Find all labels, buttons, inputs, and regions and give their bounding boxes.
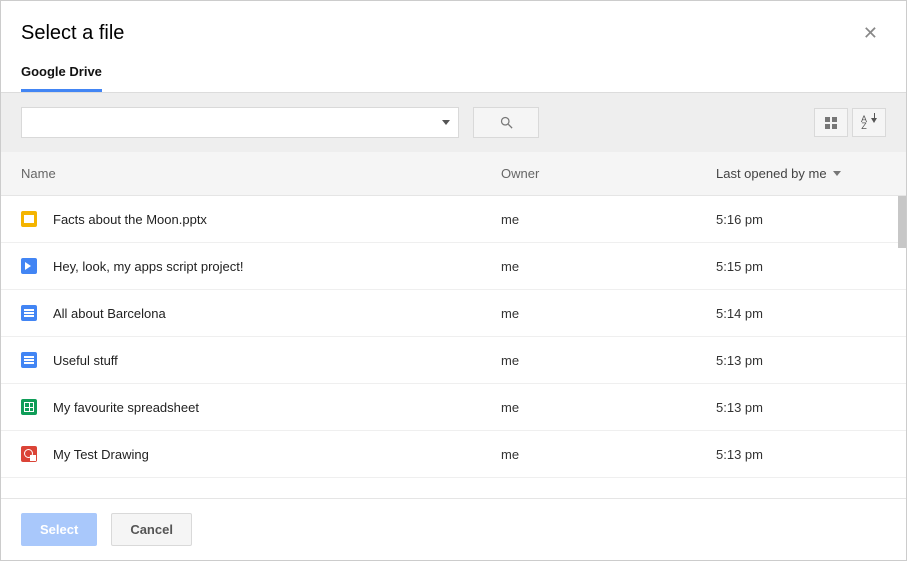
- sort-az-icon: AZ: [861, 116, 877, 130]
- file-row[interactable]: My Test Drawing me5:13 pm: [1, 431, 906, 478]
- tab-bar: Google Drive: [1, 58, 906, 93]
- file-row[interactable]: My favourite spreadsheet me5:13 pm: [1, 384, 906, 431]
- cancel-button[interactable]: Cancel: [111, 513, 192, 546]
- grid-icon: [825, 117, 837, 129]
- file-name: Facts about the Moon.pptx: [53, 212, 207, 227]
- script-icon: [21, 258, 37, 274]
- column-date[interactable]: Last opened by me: [716, 166, 886, 181]
- file-owner: me: [501, 212, 716, 227]
- search-box: [21, 107, 459, 138]
- file-list: Facts about the Moon.pptxme5:16 pmHey, l…: [1, 196, 906, 498]
- dialog-header: Select a file ✕: [1, 1, 906, 58]
- file-name: Useful stuff: [53, 353, 118, 368]
- slides-icon: [21, 211, 37, 227]
- search-icon: [499, 115, 514, 130]
- file-row[interactable]: All about Barcelona me5:14 pm: [1, 290, 906, 337]
- search-button[interactable]: [473, 107, 539, 138]
- file-owner: me: [501, 447, 716, 462]
- doc-icon: [21, 305, 37, 321]
- column-name[interactable]: Name: [21, 166, 501, 181]
- file-row[interactable]: Facts about the Moon.pptx me5:16 pm: [1, 196, 906, 243]
- file-row[interactable]: Hey, look, my apps script project! me5:15…: [1, 243, 906, 290]
- scrollbar-thumb[interactable]: [898, 196, 906, 248]
- column-owner[interactable]: Owner: [501, 166, 716, 181]
- column-headers: Name Owner Last opened by me: [1, 152, 906, 196]
- file-row[interactable]: Useful stuff me5:13 pm: [1, 337, 906, 384]
- caret-down-icon: [442, 120, 450, 125]
- tab-google-drive[interactable]: Google Drive: [21, 58, 102, 92]
- file-name: My favourite spreadsheet: [53, 400, 199, 415]
- search-input[interactable]: [22, 108, 434, 137]
- draw-icon: [21, 446, 37, 462]
- file-date: 5:13 pm: [716, 353, 886, 368]
- select-button[interactable]: Select: [21, 513, 97, 546]
- file-name: My Test Drawing: [53, 447, 149, 462]
- file-owner: me: [501, 306, 716, 321]
- sort-button[interactable]: AZ: [852, 108, 886, 137]
- close-button[interactable]: ✕: [855, 19, 886, 48]
- file-owner: me: [501, 400, 716, 415]
- dialog-title: Select a file: [21, 22, 124, 45]
- file-date: 5:13 pm: [716, 400, 886, 415]
- file-date: 5:16 pm: [716, 212, 886, 227]
- close-icon: ✕: [863, 23, 878, 43]
- file-date: 5:14 pm: [716, 306, 886, 321]
- view-controls: AZ: [814, 108, 886, 137]
- file-name: Hey, look, my apps script project!: [53, 259, 244, 274]
- sort-arrow-down-icon: [833, 171, 841, 176]
- dialog-footer: Select Cancel: [1, 498, 906, 560]
- file-date: 5:13 pm: [716, 447, 886, 462]
- toolbar: AZ: [1, 93, 906, 152]
- search-options-caret[interactable]: [434, 120, 458, 125]
- file-owner: me: [501, 353, 716, 368]
- file-owner: me: [501, 259, 716, 274]
- file-picker-dialog: Select a file ✕ Google Drive: [1, 1, 906, 560]
- file-date: 5:15 pm: [716, 259, 886, 274]
- sheet-icon: [21, 399, 37, 415]
- column-date-label: Last opened by me: [716, 166, 827, 181]
- file-name: All about Barcelona: [53, 306, 166, 321]
- doc-icon: [21, 352, 37, 368]
- grid-view-button[interactable]: [814, 108, 848, 137]
